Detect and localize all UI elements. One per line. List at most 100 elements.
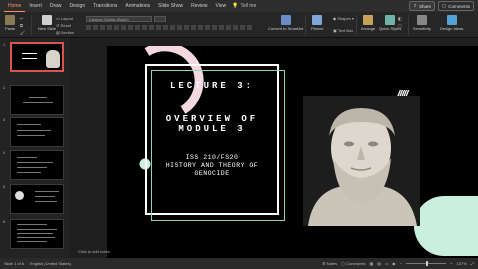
comments-toggle[interactable]: ▢ Comments: [341, 261, 365, 266]
notes-placeholder[interactable]: Click to add notes: [78, 249, 110, 254]
outdent-icon[interactable]: [184, 25, 189, 30]
new-slide-icon: [42, 15, 52, 25]
bullets-icon[interactable]: [128, 25, 133, 30]
new-slide-button[interactable]: New Slide: [38, 15, 56, 31]
indent-icon[interactable]: [177, 25, 182, 30]
thumb-text: [17, 124, 41, 125]
text-box-label: Text Box: [337, 28, 354, 33]
zoom-out-icon[interactable]: −: [400, 261, 402, 266]
arrange-icon: [363, 15, 374, 25]
comments-status-label: Comments: [346, 261, 366, 266]
text-box-button[interactable]: ▣ Text Box: [333, 28, 353, 33]
italic-icon[interactable]: [93, 25, 98, 30]
zoom-in-icon[interactable]: +: [450, 261, 452, 266]
aristotle-bust-image[interactable]: [303, 96, 420, 226]
design-ideas-button[interactable]: Design Ideas: [440, 15, 463, 31]
arrange-label: Arrange: [361, 26, 376, 31]
slideshow-icon[interactable]: ▶: [393, 261, 396, 266]
share-button[interactable]: ⇪ Share: [409, 1, 435, 11]
slide-thumbnail-2[interactable]: [10, 85, 64, 115]
tab-insert[interactable]: Insert: [25, 0, 46, 12]
design-ideas-icon: [446, 15, 457, 25]
shadow-icon[interactable]: [247, 25, 252, 30]
notes-toggle[interactable]: ☰ Notes: [322, 261, 337, 266]
line-spacing-icon[interactable]: [191, 25, 196, 30]
shape-fill-icon[interactable]: ◧: [398, 16, 402, 21]
spacing-icon[interactable]: [233, 25, 238, 30]
sorter-view-icon[interactable]: ▤: [377, 261, 381, 266]
picture-button[interactable]: Picture: [311, 15, 323, 31]
tell-me[interactable]: 💡 Tell me: [232, 3, 256, 9]
slide-editor: LECTURE 3: OVERVIEW OF MODULE 3 ISS 210/…: [70, 38, 478, 269]
align-center-icon[interactable]: [149, 25, 154, 30]
tab-review[interactable]: Review: [187, 0, 211, 12]
convert-smartart-button[interactable]: Convert to SmartArt: [268, 15, 303, 31]
text-effects-icon[interactable]: [219, 25, 224, 30]
case-icon[interactable]: [226, 25, 231, 30]
tab-transitions[interactable]: Transitions: [89, 0, 121, 12]
zoom-level[interactable]: 107%: [457, 261, 467, 266]
thumb-text: [29, 97, 47, 98]
quick-styles-icon: [385, 15, 396, 25]
ribbon-tabs: Home Insert Draw Design Transitions Anim…: [0, 0, 230, 12]
align-text-icon[interactable]: [205, 25, 210, 30]
fit-slide-icon[interactable]: ⤢: [471, 261, 474, 266]
bust-illustration: [303, 96, 420, 226]
shape-outline-icon[interactable]: ▢: [398, 23, 402, 28]
shapes-button[interactable]: ◆ Shapes ▾: [333, 16, 354, 21]
strikethrough-icon[interactable]: [107, 25, 112, 30]
slide-thumbnail-1[interactable]: [10, 42, 64, 72]
title-box[interactable]: LECTURE 3: OVERVIEW OF MODULE 3 ISS 210/…: [145, 64, 285, 221]
tab-home[interactable]: Home: [4, 0, 26, 12]
tab-slide-show[interactable]: Slide Show: [154, 0, 187, 12]
share-label: Share: [418, 3, 431, 9]
font-size-input[interactable]: [154, 16, 166, 22]
zoom-slider[interactable]: [406, 261, 447, 266]
copy-icon[interactable]: ⧉: [20, 23, 23, 28]
numbering-icon[interactable]: [135, 25, 140, 30]
comments-button[interactable]: ▢ Comments: [437, 1, 474, 11]
tab-design[interactable]: Design: [66, 0, 90, 12]
arrange-button[interactable]: Arrange: [361, 15, 375, 31]
cut-icon[interactable]: ✂: [20, 16, 23, 21]
normal-view-icon[interactable]: ▦: [369, 261, 373, 266]
reading-view-icon[interactable]: ▭: [385, 261, 389, 266]
reset-button[interactable]: ↺ Reset: [56, 23, 71, 28]
thumb-number: 5: [3, 184, 6, 189]
font-color-icon[interactable]: [114, 25, 119, 30]
divider: [408, 15, 409, 35]
bold-icon[interactable]: [86, 25, 91, 30]
columns-icon[interactable]: [170, 25, 175, 30]
paste-button[interactable]: Paste: [5, 15, 15, 31]
slide-thumbnail-5[interactable]: [10, 184, 64, 214]
text-direction-icon[interactable]: [198, 25, 203, 30]
highlight-icon[interactable]: [121, 25, 126, 30]
slide-thumbnail-6[interactable]: [10, 219, 64, 249]
section-button[interactable]: ▤ Section: [56, 30, 74, 35]
slide-thumbnail-3[interactable]: [10, 117, 64, 147]
mint-semicircle: [414, 196, 478, 256]
tab-draw[interactable]: Draw: [46, 0, 66, 12]
ribbon: Paste ✂ ⧉ 🖌 New Slide ▭ Layout ↺ Reset ▤…: [0, 12, 478, 38]
paste-label: Paste: [5, 26, 16, 31]
zoom-slider-handle[interactable]: [426, 261, 429, 266]
clear-format-icon[interactable]: [240, 25, 245, 30]
font-name-input[interactable]: Century Gothic (Body): [86, 16, 152, 22]
more-format-icon[interactable]: [212, 25, 217, 30]
underline-icon[interactable]: [100, 25, 105, 30]
language-indicator[interactable]: English (United States): [30, 261, 71, 266]
align-left-icon[interactable]: [142, 25, 147, 30]
slide-subtitle: OVERVIEW OF MODULE 3: [147, 114, 277, 134]
comments-label: Comments: [448, 3, 470, 9]
sensitivity-button[interactable]: Sensitivity: [413, 15, 431, 31]
justify-icon[interactable]: [163, 25, 168, 30]
thumb-shape: [15, 191, 24, 200]
layout-button[interactable]: ▭ Layout: [56, 16, 73, 21]
tab-view[interactable]: View: [212, 0, 231, 12]
tab-animations[interactable]: Animations: [121, 0, 154, 12]
slide-thumbnail-4[interactable]: [10, 150, 64, 180]
thumb-title: [22, 58, 37, 59]
format-painter-icon[interactable]: 🖌: [20, 30, 25, 35]
align-right-icon[interactable]: [156, 25, 161, 30]
slide-canvas[interactable]: LECTURE 3: OVERVIEW OF MODULE 3 ISS 210/…: [107, 46, 478, 269]
